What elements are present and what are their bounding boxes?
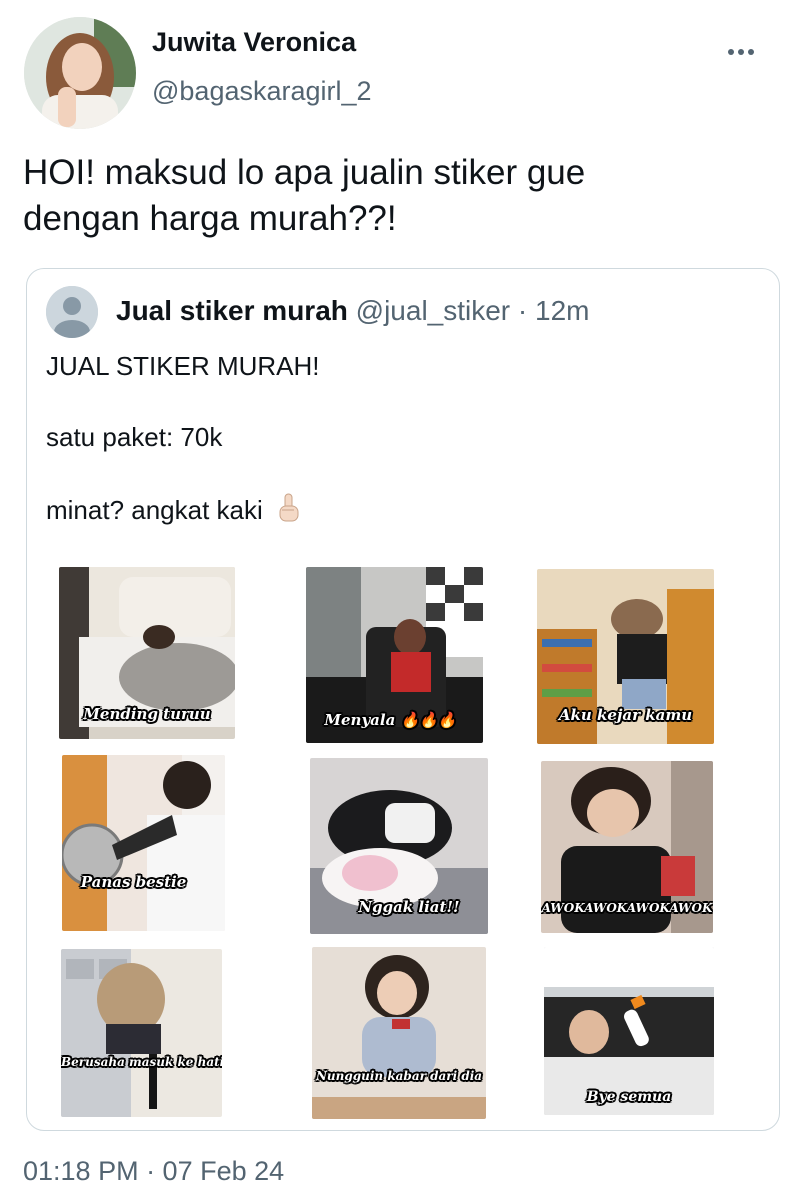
tweet-text: HOI! maksud lo apa jualin stiker gue den… [23,150,763,242]
more-dot [748,49,754,55]
sticker-caption: Bye semua [586,1089,672,1105]
sticker-image[interactable]: Bye semua [544,947,714,1115]
sticker-caption: Aku kejar kamu [558,706,693,724]
sticker-illustration [61,949,165,1117]
quoted-text-line: satu paket: 70k [46,422,223,452]
sticker-image[interactable]: Aku kejar kamu [537,569,714,744]
more-dot [738,49,744,55]
raised-index-finger-emoji [276,493,302,530]
default-avatar-icon[interactable] [46,286,98,338]
author-handle[interactable]: @bagaskaragirl_2 [152,76,372,107]
profile-photo [24,17,136,129]
quoted-display-name[interactable]: Jual stiker murah [116,295,348,326]
tweet-text-line: dengan harga murah??! [23,199,397,238]
more-options-icon[interactable] [723,38,759,66]
author-avatar[interactable] [24,17,136,129]
sticker-image[interactable]: Berusaha masuk ke hatimu [61,949,222,1117]
sticker-caption: AWOKAWOKAWOKAWOK [541,901,713,915]
quoted-text-line: JUAL STIKER MURAH! [46,351,320,381]
sticker-image[interactable]: Nungguin kabar dari dia [312,947,486,1119]
quoted-tweet-card[interactable]: Jual stiker murah @jual_stiker · 12m JUA… [26,268,780,1131]
sticker-image[interactable]: Mending turuu [59,567,235,739]
sticker-image[interactable]: AWOKAWOKAWOKAWOK [541,761,713,933]
quoted-text: minat? angkat kaki [46,495,263,525]
quoted-text-line-3: minat? angkat kaki [46,493,302,530]
quoted-tweet-header: Jual stiker murah @jual_stiker · 12m [116,295,590,327]
tweet-timestamp[interactable]: 01:18 PM · 07 Feb 24 [23,1156,284,1187]
more-dot [728,49,734,55]
quoted-separator: · [517,295,528,326]
sticker-image[interactable]: Nggak liat!! [310,758,488,934]
sticker-image[interactable]: Panas bestie [62,755,225,931]
sticker-caption: Menyala 🔥🔥🔥 [324,711,457,729]
sticker-caption: Berusaha masuk ke hatimu [61,1055,222,1069]
author-display-name[interactable]: Juwita Veronica [152,27,356,58]
sticker-caption: Nggak liat!! [358,898,460,916]
tweet-text-line: HOI! maksud lo apa jualin stiker gue [23,153,586,192]
sticker-caption: Nungguin kabar dari dia [315,1069,483,1083]
sticker-image[interactable]: Menyala 🔥🔥🔥 [306,567,483,743]
sticker-illustration [62,755,225,931]
sticker-illustration [312,955,486,1119]
sticker-caption: Panas bestie [80,873,187,891]
quoted-time[interactable]: 12m [535,295,589,326]
quoted-handle[interactable]: @jual_stiker [356,295,510,326]
sticker-caption: Mending turuu [83,705,211,723]
